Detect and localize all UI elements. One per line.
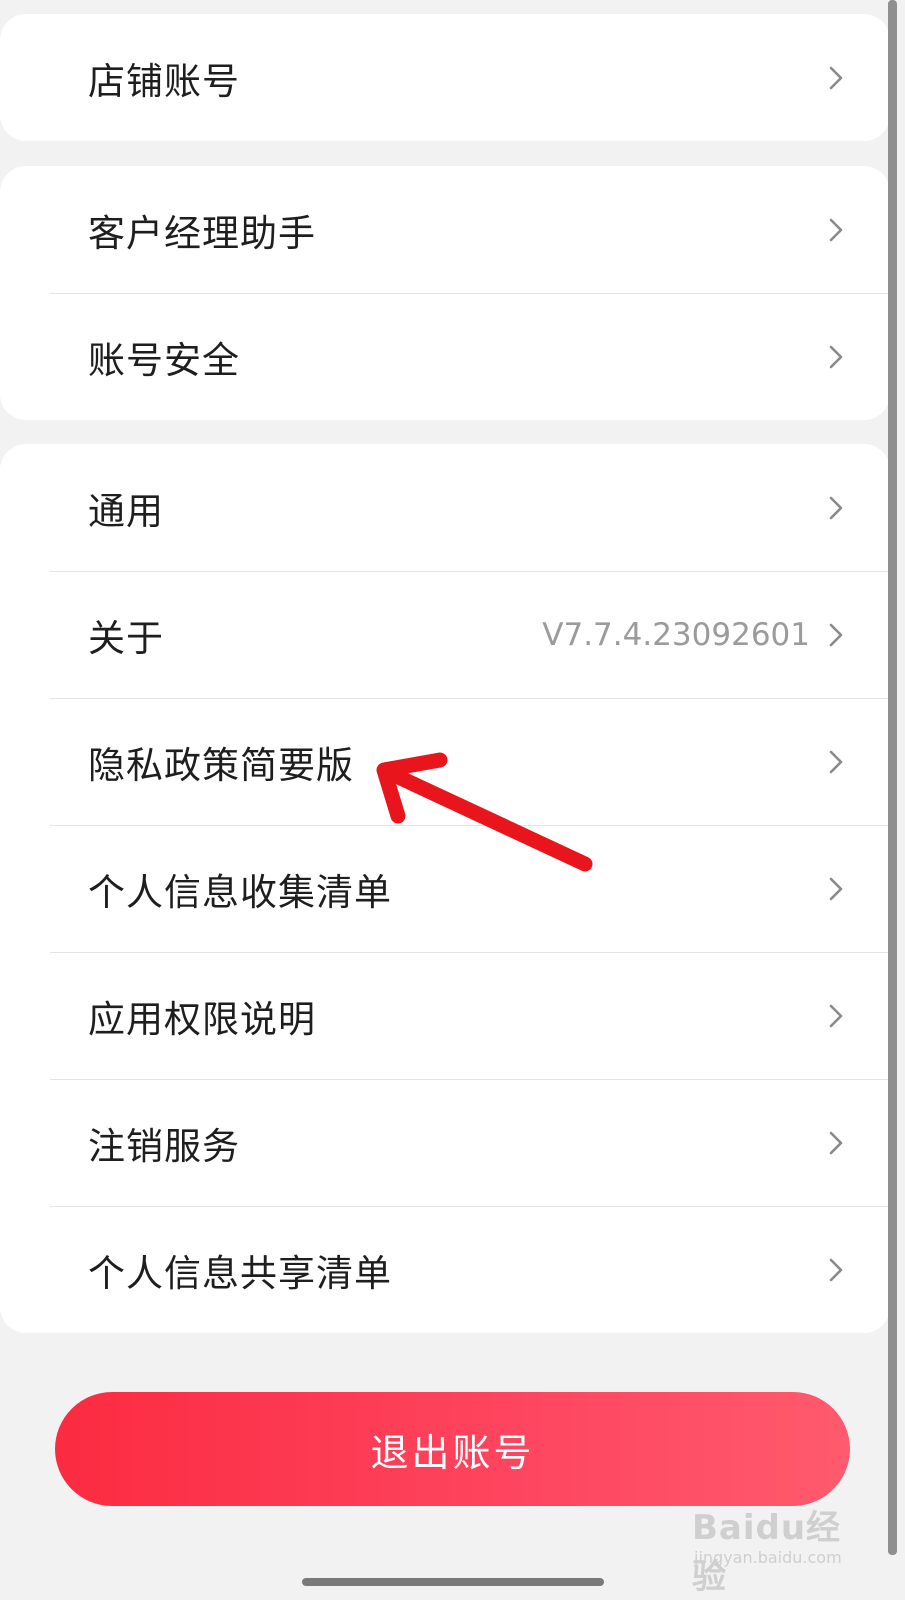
chevron-right-icon <box>829 1258 843 1281</box>
chevron-right-icon <box>829 877 843 900</box>
chevron-right-icon <box>829 623 843 646</box>
settings-item-app-permissions[interactable]: 应用权限说明 <box>0 952 890 1079</box>
settings-item-shop-account[interactable]: 店铺账号 <box>0 14 890 141</box>
settings-item-label: 客户经理助手 <box>88 211 316 255</box>
settings-item-personal-info-sharing[interactable]: 个人信息共享清单 <box>0 1206 890 1333</box>
chevron-right-icon <box>829 1131 843 1154</box>
chevron-right-icon <box>829 1004 843 1027</box>
settings-item-label: 注销服务 <box>88 1124 240 1168</box>
settings-item-personal-info-collection[interactable]: 个人信息收集清单 <box>0 825 890 952</box>
settings-item-privacy-policy-brief[interactable]: 隐私政策简要版 <box>0 698 890 825</box>
settings-item-about[interactable]: 关于 V7.7.4.23092601 <box>0 571 890 698</box>
settings-group-service: 客户经理助手 账号安全 <box>0 166 890 420</box>
settings-item-label: 隐私政策简要版 <box>88 743 354 787</box>
chevron-right-icon <box>829 66 843 89</box>
settings-item-label: 账号安全 <box>88 338 240 382</box>
settings-item-label: 应用权限说明 <box>88 997 316 1041</box>
settings-item-account-manager-assistant[interactable]: 客户经理助手 <box>0 166 890 293</box>
settings-item-account-cancellation[interactable]: 注销服务 <box>0 1079 890 1206</box>
chevron-right-icon <box>829 218 843 241</box>
chevron-right-icon <box>829 345 843 368</box>
logout-button[interactable]: 退出账号 <box>55 1392 850 1506</box>
chevron-right-icon <box>829 750 843 773</box>
watermark-url: jingyan.baidu.com <box>694 1548 842 1567</box>
logout-label: 退出账号 <box>370 1430 535 1475</box>
settings-item-account-security[interactable]: 账号安全 <box>0 293 890 420</box>
settings-item-label: 个人信息共享清单 <box>88 1251 392 1295</box>
chevron-right-icon <box>829 496 843 519</box>
settings-item-label: 个人信息收集清单 <box>88 870 392 914</box>
home-indicator[interactable] <box>302 1578 604 1586</box>
settings-item-label: 通用 <box>88 489 164 533</box>
settings-group-account: 店铺账号 <box>0 14 890 141</box>
settings-item-label: 店铺账号 <box>88 59 240 103</box>
settings-item-label: 关于 <box>88 616 164 660</box>
watermark: Baidu经验 jingyan.baidu.com <box>692 1500 872 1597</box>
settings-item-general[interactable]: 通用 <box>0 444 890 571</box>
app-version: V7.7.4.23092601 <box>542 616 810 653</box>
settings-group-general: 通用 关于 V7.7.4.23092601 隐私政策简要版 个人信息收集清单 应… <box>0 444 890 1333</box>
scrollbar[interactable] <box>888 0 897 1555</box>
